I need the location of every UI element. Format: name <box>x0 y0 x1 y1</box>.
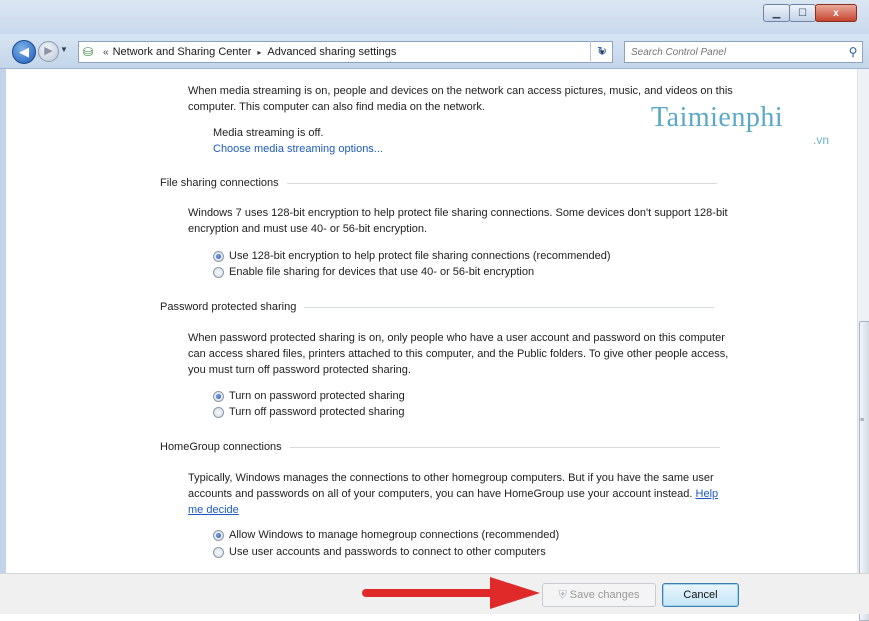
radio-turn-off-password-sharing[interactable]: Turn off password protected sharing <box>213 405 404 419</box>
address-bar[interactable]: ⛁ « Network and Sharing Center ▸ Advance… <box>78 41 613 63</box>
cancel-label: Cancel <box>683 589 718 601</box>
radio-label: Use 128-bit encryption to help protect f… <box>229 250 611 262</box>
close-button[interactable]: x <box>815 4 857 22</box>
window-title-bar: ▁ ☐ x <box>0 0 869 34</box>
annotation-arrow-icon <box>362 577 540 609</box>
close-icon: x <box>833 7 839 19</box>
radio-label: Turn off password protected sharing <box>229 406 405 418</box>
vertical-scrollbar[interactable]: ≡ <box>857 69 869 621</box>
file-sharing-heading-text: File sharing connections <box>160 177 279 189</box>
refresh-icon: ↻ <box>596 44 608 58</box>
scrollbar-grip-icon: ≡ <box>860 417 865 424</box>
password-sharing-heading: Password protected sharing <box>160 301 715 313</box>
network-icon: ⛁ <box>83 45 94 59</box>
maximize-button[interactable]: ☐ <box>789 4 816 22</box>
section-divider <box>286 182 717 184</box>
section-divider <box>289 446 720 448</box>
window-controls: ▁ ☐ x <box>763 4 857 22</box>
section-divider <box>304 306 715 308</box>
breadcrumb-separator-icon[interactable]: ▸ <box>257 48 261 57</box>
save-changes-label: Save changes <box>569 589 640 601</box>
watermark-logo-suffix: .vn <box>813 133 830 147</box>
save-changes-button[interactable]: ⛨ Save changes <box>542 583 656 607</box>
forward-arrow-icon: ▶ <box>44 45 53 57</box>
password-sharing-heading-text: Password protected sharing <box>160 301 297 313</box>
radio-use-user-accounts[interactable]: Use user accounts and passwords to conne… <box>213 545 546 559</box>
homegroup-heading-text: HomeGroup connections <box>160 441 282 453</box>
search-box[interactable]: ⚲ <box>624 41 863 63</box>
breadcrumb-overflow[interactable]: « <box>103 47 109 58</box>
minimize-button[interactable]: ▁ <box>763 4 790 22</box>
cancel-button[interactable]: Cancel <box>662 583 739 607</box>
radio-40-56-bit-encryption[interactable]: Enable file sharing for devices that use… <box>213 265 534 279</box>
password-sharing-description: When password protected sharing is on, o… <box>188 332 729 376</box>
minimize-icon: ▁ <box>772 7 781 19</box>
radio-128-bit-encryption[interactable]: Use 128-bit encryption to help protect f… <box>213 249 611 263</box>
radio-button-selected[interactable] <box>213 250 224 262</box>
back-button[interactable]: ◀ <box>12 40 36 64</box>
breadcrumb-advanced-sharing-settings[interactable]: Advanced sharing settings <box>267 46 396 58</box>
radio-button[interactable] <box>213 406 224 418</box>
recent-pages-dropdown[interactable]: ▼ <box>60 45 68 54</box>
refresh-button[interactable]: ↻ <box>590 41 613 61</box>
file-sharing-heading: File sharing connections <box>160 177 717 189</box>
homegroup-heading: HomeGroup connections <box>160 441 720 453</box>
navigation-bar: ◀ ▶ ▼ ⛁ « Network and Sharing Center ▸ A… <box>0 34 869 69</box>
media-streaming-description: When media streaming is on, people and d… <box>188 85 733 113</box>
search-icon[interactable]: ⚲ <box>844 45 862 59</box>
radio-label: Use user accounts and passwords to conne… <box>229 546 546 558</box>
homegroup-description: Typically, Windows manages the connectio… <box>188 470 733 518</box>
media-streaming-options-link[interactable]: Choose media streaming options... <box>213 143 383 155</box>
shield-icon: ⛨ <box>558 588 567 601</box>
breadcrumb-network-sharing-center[interactable]: Network and Sharing Center <box>113 46 252 58</box>
radio-button-selected[interactable] <box>213 390 224 402</box>
radio-button[interactable] <box>213 266 224 278</box>
radio-turn-on-password-sharing[interactable]: Turn on password protected sharing <box>213 389 405 403</box>
maximize-icon: ☐ <box>798 7 807 19</box>
forward-button[interactable]: ▶ <box>38 41 59 62</box>
radio-label: Allow Windows to manage homegroup connec… <box>229 529 560 541</box>
search-input[interactable] <box>625 45 844 59</box>
radio-button-selected[interactable] <box>213 529 224 541</box>
media-streaming-status: Media streaming is off. <box>213 127 324 139</box>
radio-windows-manage-homegroup[interactable]: Allow Windows to manage homegroup connec… <box>213 528 559 542</box>
radio-button[interactable] <box>213 546 224 558</box>
radio-label: Enable file sharing for devices that use… <box>229 266 535 278</box>
back-arrow-icon: ◀ <box>19 44 29 59</box>
chevron-down-icon: ▼ <box>60 45 68 54</box>
radio-label: Turn on password protected sharing <box>229 390 405 402</box>
homegroup-description-text: Typically, Windows manages the connectio… <box>188 472 714 500</box>
file-sharing-description: Windows 7 uses 128-bit encryption to hel… <box>188 207 728 235</box>
